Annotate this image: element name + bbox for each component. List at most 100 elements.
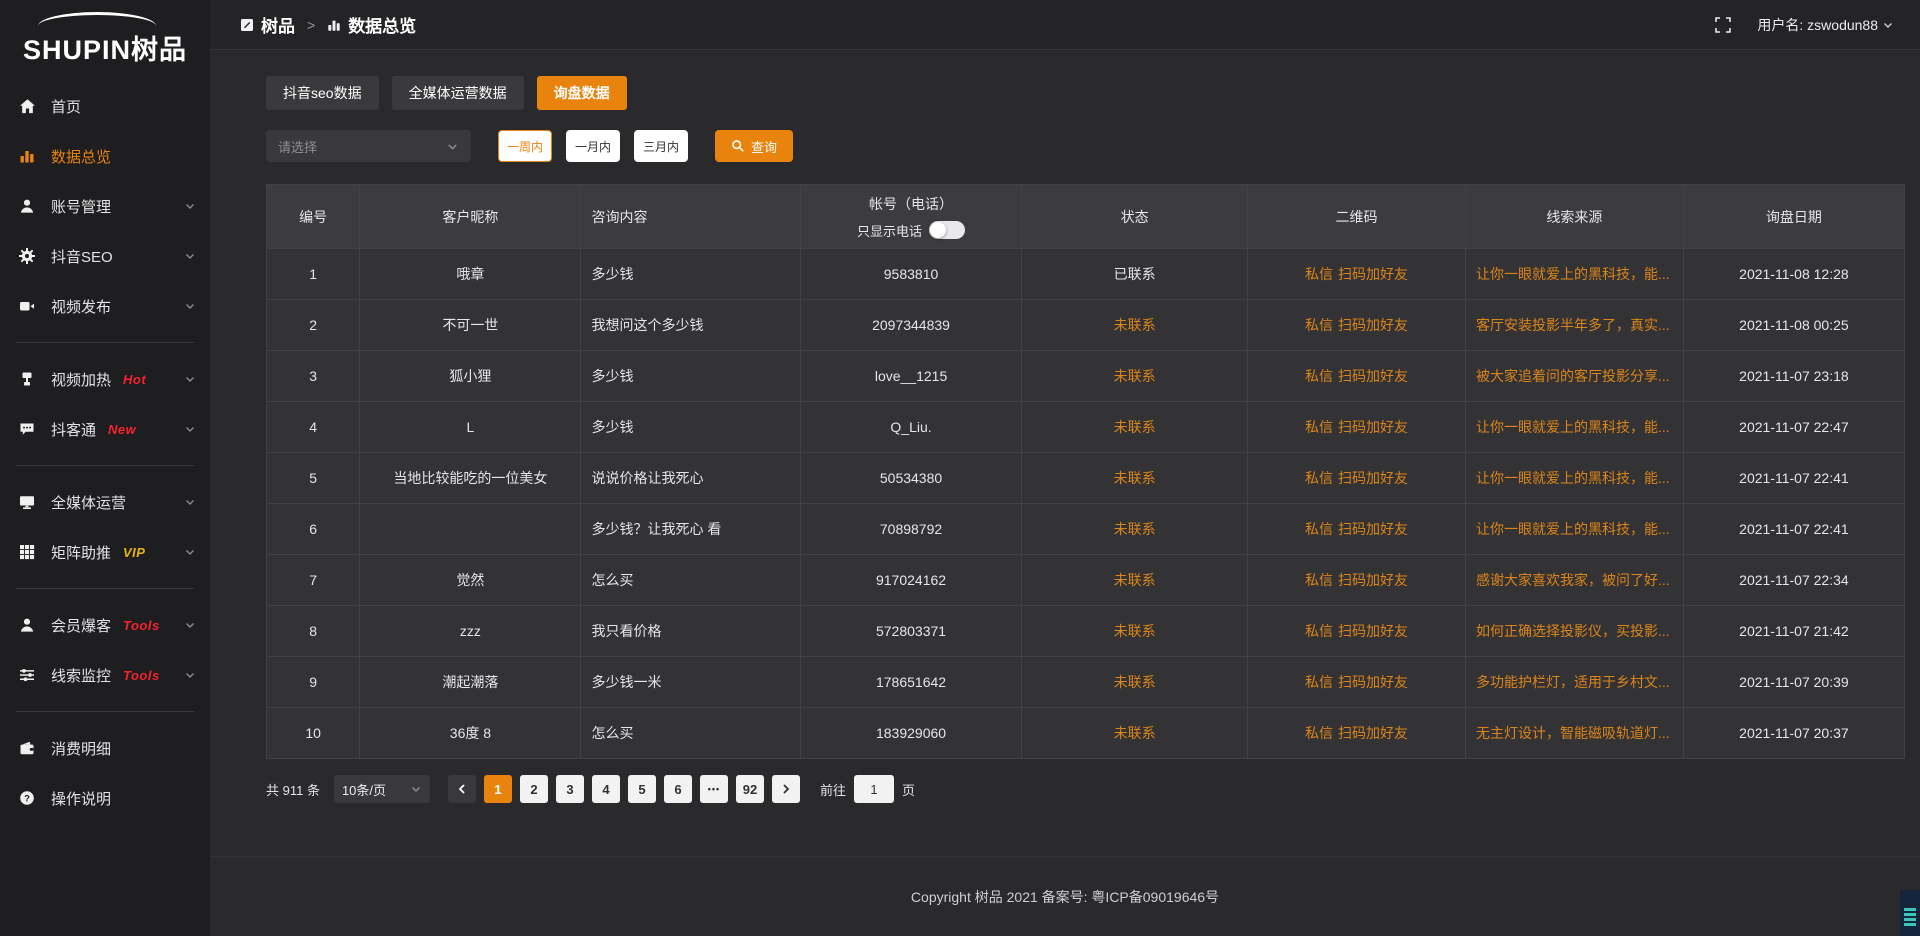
query-button[interactable]: 查询 [715,130,793,162]
scan-add-friend-link[interactable]: 扫码加好友 [1338,674,1408,690]
range-one-month-button[interactable]: 一月内 [566,130,620,162]
private-message-link[interactable]: 私信 [1305,266,1333,282]
page-size-select[interactable]: 10条/页 [334,775,430,803]
cell-account: 70898792 [800,504,1021,555]
sidebar-item-label: 矩阵助推 [51,542,111,563]
private-message-link[interactable]: 私信 [1305,572,1333,588]
scan-add-friend-link[interactable]: 扫码加好友 [1338,266,1408,282]
breadcrumb-separator: > [307,17,315,33]
status-badge: 未联系 [1022,504,1248,555]
range-three-month-button[interactable]: 三月内 [634,130,688,162]
sidebar-item-member-burst[interactable]: 会员爆客 Tools [0,600,210,650]
cell-content: 怎么买 [581,555,800,606]
pagination-total: 共 911 条 [266,780,320,799]
table-row: 9 潮起潮落 多少钱一米 178651642 未联系 私信扫码加好友 多功能护栏… [267,657,1905,708]
cell-no: 10 [267,708,360,759]
page-button-6[interactable]: 6 [664,775,692,803]
scan-add-friend-link[interactable]: 扫码加好友 [1338,419,1408,435]
phone-only-toggle[interactable] [929,221,965,239]
lead-source-link[interactable]: 让你一眼就爱上的黑科技，能... [1465,402,1683,453]
sidebar-item-label: 消费明细 [51,738,111,759]
corner-widget[interactable] [1900,890,1920,936]
cell-nickname: zzz [360,606,581,657]
cell-no: 1 [267,249,360,300]
private-message-link[interactable]: 私信 [1305,674,1333,690]
topbar-right: 用户名: zswodun88 [1715,15,1894,35]
sidebar-item-instructions[interactable]: ? 操作说明 [0,773,210,823]
lead-source-link[interactable]: 让你一眼就爱上的黑科技，能... [1465,249,1683,300]
tab-douyin-seo-data[interactable]: 抖音seo数据 [266,76,379,110]
cell-no: 3 [267,351,360,402]
private-message-link[interactable]: 私信 [1305,623,1333,639]
page-button-1[interactable]: 1 [484,775,512,803]
sidebar-item-label: 线索监控 [51,665,111,686]
status-badge: 未联系 [1022,555,1248,606]
lead-source-link[interactable]: 感谢大家喜欢我家，被问了好... [1465,555,1683,606]
page-button-5[interactable]: 5 [628,775,656,803]
filter-select[interactable]: 请选择 [266,130,471,162]
sidebar-item-account-manage[interactable]: 账号管理 [0,181,210,231]
cell-account: 917024162 [800,555,1021,606]
private-message-link[interactable]: 私信 [1305,368,1333,384]
sidebar-divider [16,588,194,589]
range-one-week-button[interactable]: 一周内 [498,130,552,162]
private-message-link[interactable]: 私信 [1305,419,1333,435]
user-menu[interactable]: 用户名: zswodun88 [1757,15,1894,35]
cell-account: 178651642 [800,657,1021,708]
lead-source-link[interactable]: 客厅安装投影半年多了，真实... [1465,300,1683,351]
goto-page-input[interactable] [854,775,894,803]
prev-page-button[interactable] [448,775,476,803]
hot-badge: Hot [123,372,146,387]
scan-add-friend-link[interactable]: 扫码加好友 [1338,317,1408,333]
sidebar-item-video-publish[interactable]: 视频发布 [0,281,210,331]
lead-source-link[interactable]: 如何正确选择投影仪，买投影... [1465,606,1683,657]
page-button-3[interactable]: 3 [556,775,584,803]
sidebar-item-omni-media[interactable]: 全媒体运营 [0,477,210,527]
chat-icon [18,420,36,438]
sidebar-item-data-overview[interactable]: 数据总览 [0,131,210,181]
fullscreen-icon[interactable] [1715,17,1731,33]
sidebar-item-video-heat[interactable]: 视频加热 Hot [0,354,210,404]
scan-add-friend-link[interactable]: 扫码加好友 [1338,572,1408,588]
lead-source-link[interactable]: 让你一眼就爱上的黑科技，能... [1465,504,1683,555]
pagination-more-button[interactable]: ••• [700,775,728,803]
page-button-92[interactable]: 92 [736,775,764,803]
lead-source-link[interactable]: 让你一眼就爱上的黑科技，能... [1465,453,1683,504]
sidebar-item-doukertong[interactable]: 抖客通 New [0,404,210,454]
new-badge: New [108,422,136,437]
sidebar-item-home[interactable]: 首页 [0,81,210,131]
private-message-link[interactable]: 私信 [1305,470,1333,486]
breadcrumb-root[interactable]: 树品 [261,12,295,37]
tab-inquiry-data[interactable]: 询盘数据 [537,76,627,110]
chevron-down-icon [184,546,196,558]
sidebar-item-matrix-boost[interactable]: 矩阵助推 VIP [0,527,210,577]
cell-no: 9 [267,657,360,708]
sidebar-item-expense-detail[interactable]: 消费明细 [0,723,210,773]
private-message-link[interactable]: 私信 [1305,725,1333,741]
cell-nickname: L [360,402,581,453]
scan-add-friend-link[interactable]: 扫码加好友 [1338,368,1408,384]
scan-add-friend-link[interactable]: 扫码加好友 [1338,725,1408,741]
private-message-link[interactable]: 私信 [1305,521,1333,537]
private-message-link[interactable]: 私信 [1305,317,1333,333]
tab-omni-media-data[interactable]: 全媒体运营数据 [392,76,524,110]
logo-arc [38,12,156,26]
next-page-button[interactable] [772,775,800,803]
sidebar-item-douyin-seo[interactable]: 抖音SEO [0,231,210,281]
scan-add-friend-link[interactable]: 扫码加好友 [1338,521,1408,537]
chevron-down-icon [184,496,196,508]
cell-date: 2021-11-07 23:18 [1683,351,1904,402]
cell-nickname [360,504,581,555]
lead-source-link[interactable]: 被大家追着问的客厅投影分享... [1465,351,1683,402]
cell-content: 怎么买 [581,708,800,759]
scan-add-friend-link[interactable]: 扫码加好友 [1338,470,1408,486]
page-button-4[interactable]: 4 [592,775,620,803]
status-badge: 未联系 [1022,402,1248,453]
lead-source-link[interactable]: 无主灯设计，智能磁吸轨道灯... [1465,708,1683,759]
scan-add-friend-link[interactable]: 扫码加好友 [1338,623,1408,639]
sidebar-item-lead-monitor[interactable]: 线索监控 Tools [0,650,210,700]
cell-content: 说说价格让我死心 [581,453,800,504]
chevron-down-icon [184,300,196,312]
lead-source-link[interactable]: 多功能护栏灯，适用于乡村文... [1465,657,1683,708]
page-button-2[interactable]: 2 [520,775,548,803]
